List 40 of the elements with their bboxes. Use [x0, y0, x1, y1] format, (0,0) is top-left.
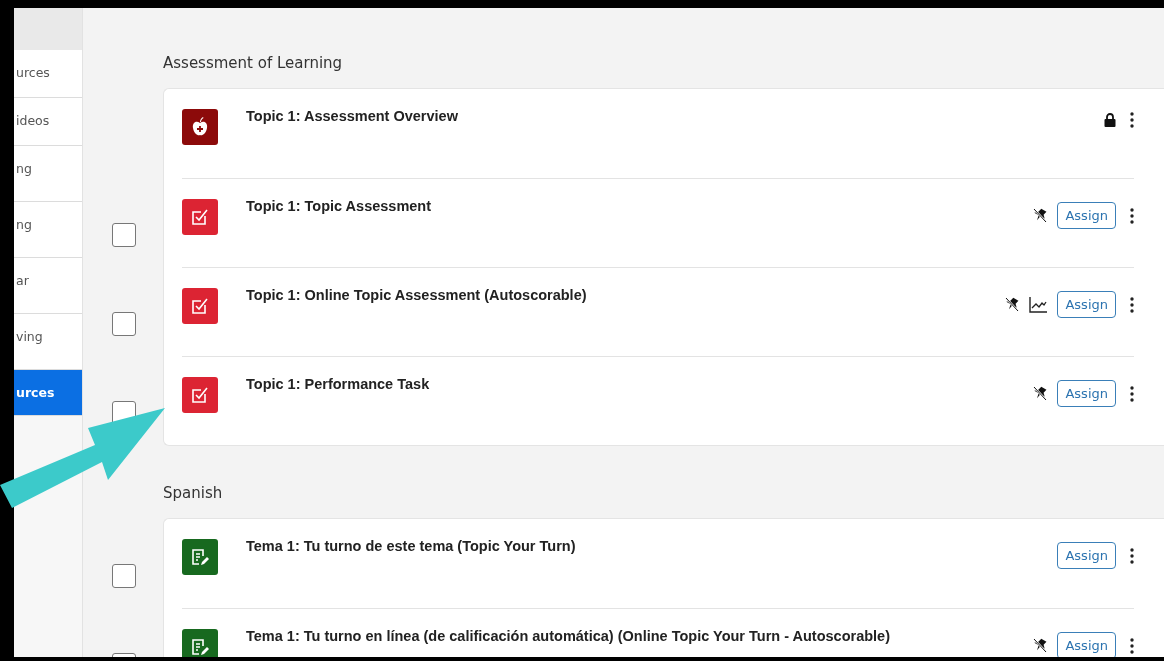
assign-button[interactable]: Assign: [1057, 380, 1116, 407]
line-chart-icon[interactable]: [1029, 296, 1048, 313]
document-pencil-icon: [191, 548, 209, 566]
more-options-icon[interactable]: [1130, 547, 1134, 564]
section-title: Spanish: [163, 484, 224, 504]
sidebar-item[interactable]: urces: [14, 370, 82, 416]
sidebar-item[interactable]: ving: [14, 314, 82, 370]
sidebar-item[interactable]: ng: [14, 202, 82, 258]
pin-off-icon[interactable]: [1033, 638, 1048, 653]
resource-title[interactable]: Tema 1: Tu turno en línea (de calificación automática) (Online Topic Your Turn - Autoscorable): [246, 628, 1034, 644]
section-title: Assessment of Learning: [163, 54, 344, 74]
resource-title[interactable]: Topic 1: Topic Assessment: [246, 198, 1034, 214]
resource-title[interactable]: Tema 1: Tu turno de este tema (Topic Your Turn): [246, 538, 1058, 554]
resource-title[interactable]: Topic 1: Online Topic Assessment (Autoscorable): [246, 287, 1006, 303]
more-options-icon[interactable]: [1130, 112, 1134, 128]
select-checkbox[interactable]: [112, 563, 136, 588]
more-options-icon[interactable]: [1130, 637, 1134, 654]
sidebar-item[interactable]: ng: [14, 146, 82, 202]
sidebar-item[interactable]: urces: [14, 50, 82, 98]
more-options-icon[interactable]: [1130, 296, 1134, 313]
assign-button[interactable]: Assign: [1057, 542, 1116, 569]
pin-off-icon[interactable]: [1005, 297, 1020, 312]
resource-title[interactable]: Topic 1: Performance Task: [246, 376, 1034, 392]
pin-off-icon[interactable]: [1033, 386, 1048, 401]
assign-button[interactable]: Assign: [1057, 632, 1116, 657]
sidebar-item[interactable]: ar: [14, 258, 82, 314]
resource-title[interactable]: Topic 1: Assessment Overview: [246, 108, 1104, 124]
pin-off-icon[interactable]: [1033, 208, 1048, 223]
select-checkbox[interactable]: [112, 311, 136, 336]
assign-button[interactable]: Assign: [1057, 202, 1116, 229]
assign-button[interactable]: Assign: [1057, 291, 1116, 318]
sidebar-item[interactable]: ideos: [14, 98, 82, 146]
checkbox-icon: [191, 386, 209, 404]
checkbox-icon: [191, 208, 209, 226]
document-pencil-icon: [191, 638, 209, 656]
select-checkbox[interactable]: [112, 222, 136, 247]
apple-plus-icon: [192, 117, 208, 137]
more-options-icon[interactable]: [1130, 385, 1134, 402]
more-options-icon[interactable]: [1130, 207, 1134, 224]
checkbox-icon: [191, 297, 209, 315]
